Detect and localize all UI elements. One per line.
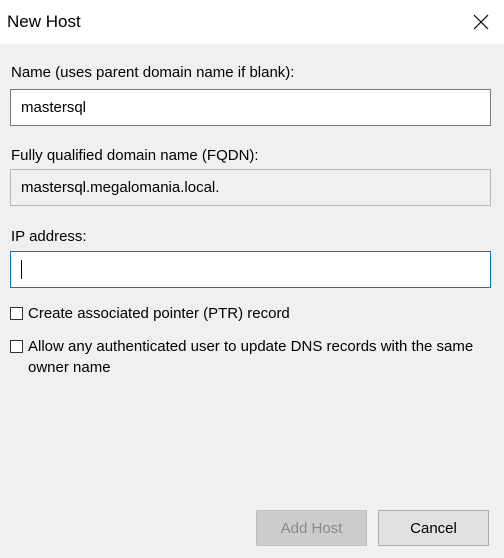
ptr-record-checkbox[interactable]	[10, 307, 23, 320]
add-host-button[interactable]: Add Host	[256, 510, 367, 546]
ip-address-label: IP address:	[11, 228, 87, 245]
allow-update-label: Allow any authenticated user to update D…	[28, 338, 474, 376]
text-caret	[21, 260, 22, 279]
fqdn-field: mastersql.megalomania.local.	[10, 169, 491, 206]
allow-update-checkbox[interactable]	[10, 340, 23, 353]
close-button[interactable]	[458, 0, 504, 44]
allow-update-option[interactable]: Allow any authenticated user to update D…	[10, 336, 480, 378]
window-title: New Host	[7, 12, 81, 31]
fqdn-label: Fully qualified domain name (FQDN):	[11, 147, 259, 164]
name-input[interactable]: mastersql	[10, 89, 491, 126]
ptr-record-label: Create associated pointer (PTR) record	[28, 305, 290, 322]
ip-address-input[interactable]	[10, 251, 491, 288]
ptr-record-option[interactable]: Create associated pointer (PTR) record	[10, 303, 480, 324]
new-host-dialog: New Host Name (uses parent domain name i…	[0, 0, 504, 558]
name-label: Name (uses parent domain name if blank):	[11, 64, 295, 81]
title-bar: New Host	[0, 0, 504, 44]
close-icon	[473, 14, 489, 30]
cancel-button[interactable]: Cancel	[378, 510, 489, 546]
